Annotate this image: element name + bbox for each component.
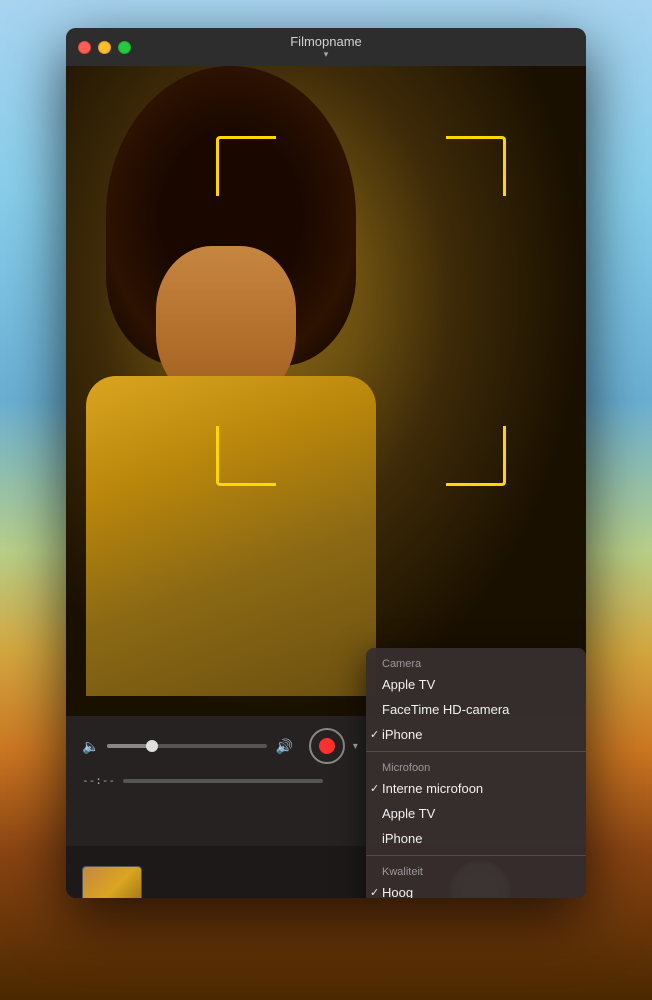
volume-low-icon: 🔈 (82, 738, 99, 755)
mic-appletv-label: Apple TV (382, 806, 435, 821)
subject-jacket (86, 376, 376, 696)
camera-viewfinder (66, 66, 586, 716)
microphone-section-header: Microfoon (366, 756, 586, 776)
window-title-area: Filmopname ▾ (290, 34, 362, 60)
quicktime-window: Filmopname ▾ 🔈 🔊 (66, 28, 586, 898)
focus-bracket-top-left (216, 136, 276, 196)
close-button[interactable] (78, 41, 91, 54)
quality-section-header: Kwaliteit (366, 860, 586, 880)
camera-option-facetime[interactable]: FaceTime HD-camera (366, 697, 586, 722)
mic-option-appletv[interactable]: Apple TV (366, 801, 586, 826)
dropdown-menu: Camera Apple TV FaceTime HD-camera ✓ iPh… (366, 648, 586, 898)
camera-subject (66, 66, 586, 716)
thumbnail-preview[interactable] (82, 866, 142, 898)
record-dot (319, 738, 335, 754)
quality-high-checkmark: ✓ (370, 886, 379, 898)
quality-option-high[interactable]: ✓ Hoog (366, 880, 586, 898)
maximize-button[interactable] (118, 41, 131, 54)
minimize-button[interactable] (98, 41, 111, 54)
mic-option-iphone[interactable]: iPhone (366, 826, 586, 851)
mic-iphone-label: iPhone (382, 831, 422, 846)
divider-2 (366, 855, 586, 856)
focus-bracket-top-right (446, 136, 506, 196)
focus-bracket-bottom-right (446, 426, 506, 486)
volume-high-icon: 🔊 (275, 738, 292, 755)
mic-option-internal[interactable]: ✓ Interne microfoon (366, 776, 586, 801)
progress-track[interactable] (123, 779, 323, 783)
camera-section-header: Camera (366, 652, 586, 672)
traffic-lights (78, 41, 131, 54)
title-bar: Filmopname ▾ (66, 28, 586, 66)
time-display: --:-- (82, 774, 115, 787)
window-subtitle-arrow: ▾ (324, 49, 329, 60)
quality-high-label: Hoog (382, 885, 413, 898)
window-title: Filmopname (290, 34, 362, 49)
mic-internal-label: Interne microfoon (382, 781, 483, 796)
camera-iphone-checkmark: ✓ (370, 728, 379, 741)
camera-option-appletv[interactable]: Apple TV (366, 672, 586, 697)
volume-slider[interactable] (107, 744, 267, 748)
camera-appletv-label: Apple TV (382, 677, 435, 692)
volume-thumb[interactable] (146, 740, 158, 752)
camera-iphone-label: iPhone (382, 727, 422, 742)
camera-facetime-label: FaceTime HD-camera (382, 702, 509, 717)
focus-bracket-bottom-left (216, 426, 276, 486)
divider-1 (366, 751, 586, 752)
record-button[interactable] (309, 728, 345, 764)
record-dropdown-arrow[interactable]: ▾ (353, 741, 358, 752)
camera-option-iphone[interactable]: ✓ iPhone (366, 722, 586, 747)
mic-internal-checkmark: ✓ (370, 782, 379, 795)
